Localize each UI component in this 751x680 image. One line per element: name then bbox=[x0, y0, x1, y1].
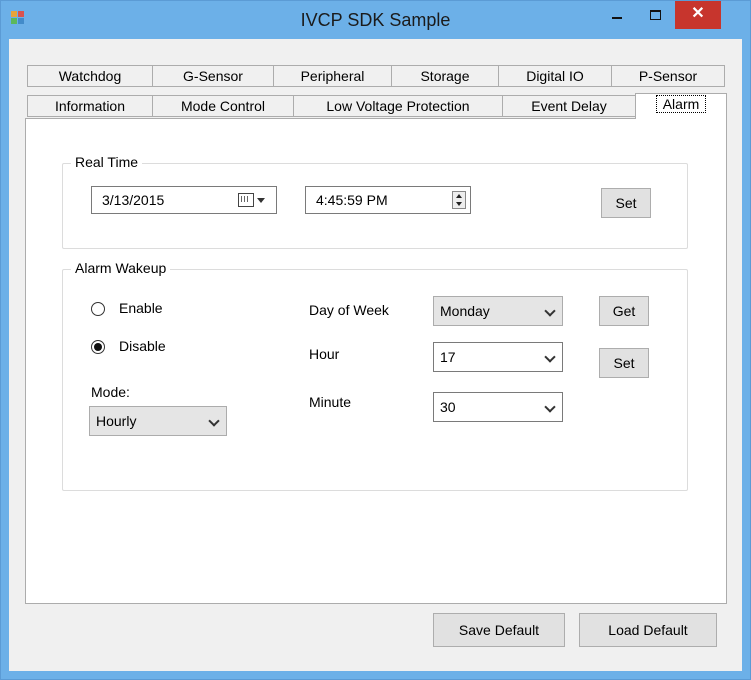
mode-select[interactable]: Hourly bbox=[89, 406, 227, 436]
alarm-wakeup-group: Alarm Wakeup Enable Disable Mode: Hourly… bbox=[62, 260, 688, 491]
disable-radio[interactable] bbox=[91, 340, 105, 354]
window-title: IVCP SDK Sample bbox=[300, 10, 451, 30]
tab-g-sensor[interactable]: G-Sensor bbox=[152, 65, 274, 87]
tab-event-delay[interactable]: Event Delay bbox=[502, 95, 636, 117]
minute-label: Minute bbox=[309, 394, 352, 410]
chevron-down-icon bbox=[257, 198, 265, 203]
load-default-button[interactable]: Load Default bbox=[579, 613, 717, 647]
hour-select[interactable]: 17 bbox=[433, 342, 563, 372]
maximize-icon bbox=[650, 10, 661, 20]
alarm-get-button[interactable]: Get bbox=[599, 296, 649, 326]
time-value: 4:45:59 PM bbox=[316, 192, 388, 208]
disable-label[interactable]: Disable bbox=[119, 338, 166, 354]
chevron-down-icon bbox=[544, 305, 556, 317]
date-value: 3/13/2015 bbox=[102, 192, 165, 208]
close-icon: ✕ bbox=[691, 5, 705, 22]
alarm-tab-panel: Real Time 3/13/2015 4:45:59 PM Set Alarm… bbox=[25, 118, 727, 604]
chevron-down-icon bbox=[208, 415, 220, 427]
enable-label[interactable]: Enable bbox=[119, 300, 163, 316]
real-time-group: Real Time 3/13/2015 4:45:59 PM Set bbox=[62, 154, 688, 249]
tab-peripheral[interactable]: Peripheral bbox=[273, 65, 392, 87]
tab-watchdog[interactable]: Watchdog bbox=[27, 65, 153, 87]
tab-p-sensor[interactable]: P-Sensor bbox=[611, 65, 725, 87]
tab-mode-control[interactable]: Mode Control bbox=[152, 95, 294, 117]
minimize-button[interactable] bbox=[603, 1, 631, 29]
chevron-down-icon bbox=[544, 351, 556, 363]
chevron-down-icon bbox=[544, 401, 556, 413]
close-button[interactable]: ✕ bbox=[675, 1, 721, 29]
tab-digital-io[interactable]: Digital IO bbox=[498, 65, 612, 87]
time-picker[interactable]: 4:45:59 PM bbox=[305, 186, 471, 214]
alarm-set-button[interactable]: Set bbox=[599, 348, 649, 378]
title-bar[interactable]: IVCP SDK Sample ✕ bbox=[1, 1, 750, 39]
date-picker[interactable]: 3/13/2015 bbox=[91, 186, 277, 214]
minimize-icon bbox=[612, 17, 622, 19]
app-window: IVCP SDK Sample ✕ Watchdog G-Sensor Peri… bbox=[0, 0, 751, 680]
real-time-set-button[interactable]: Set bbox=[601, 188, 651, 218]
save-default-button[interactable]: Save Default bbox=[433, 613, 565, 647]
day-of-week-label: Day of Week bbox=[309, 302, 389, 318]
tab-alarm[interactable]: Alarm bbox=[635, 93, 727, 119]
day-of-week-select[interactable]: Monday bbox=[433, 296, 563, 326]
maximize-button[interactable] bbox=[641, 1, 669, 29]
enable-radio[interactable] bbox=[91, 302, 105, 316]
tab-information[interactable]: Information bbox=[27, 95, 153, 117]
alarm-wakeup-label: Alarm Wakeup bbox=[71, 260, 171, 276]
mode-label: Mode: bbox=[91, 384, 130, 400]
client-area: Watchdog G-Sensor Peripheral Storage Dig… bbox=[9, 39, 742, 671]
real-time-label: Real Time bbox=[71, 154, 143, 170]
tab-low-voltage-protection[interactable]: Low Voltage Protection bbox=[293, 95, 503, 117]
minute-select[interactable]: 30 bbox=[433, 392, 563, 422]
calendar-icon[interactable] bbox=[238, 193, 265, 207]
hour-label: Hour bbox=[309, 346, 340, 362]
time-spinner-icon[interactable] bbox=[452, 191, 466, 209]
tab-storage[interactable]: Storage bbox=[391, 65, 499, 87]
